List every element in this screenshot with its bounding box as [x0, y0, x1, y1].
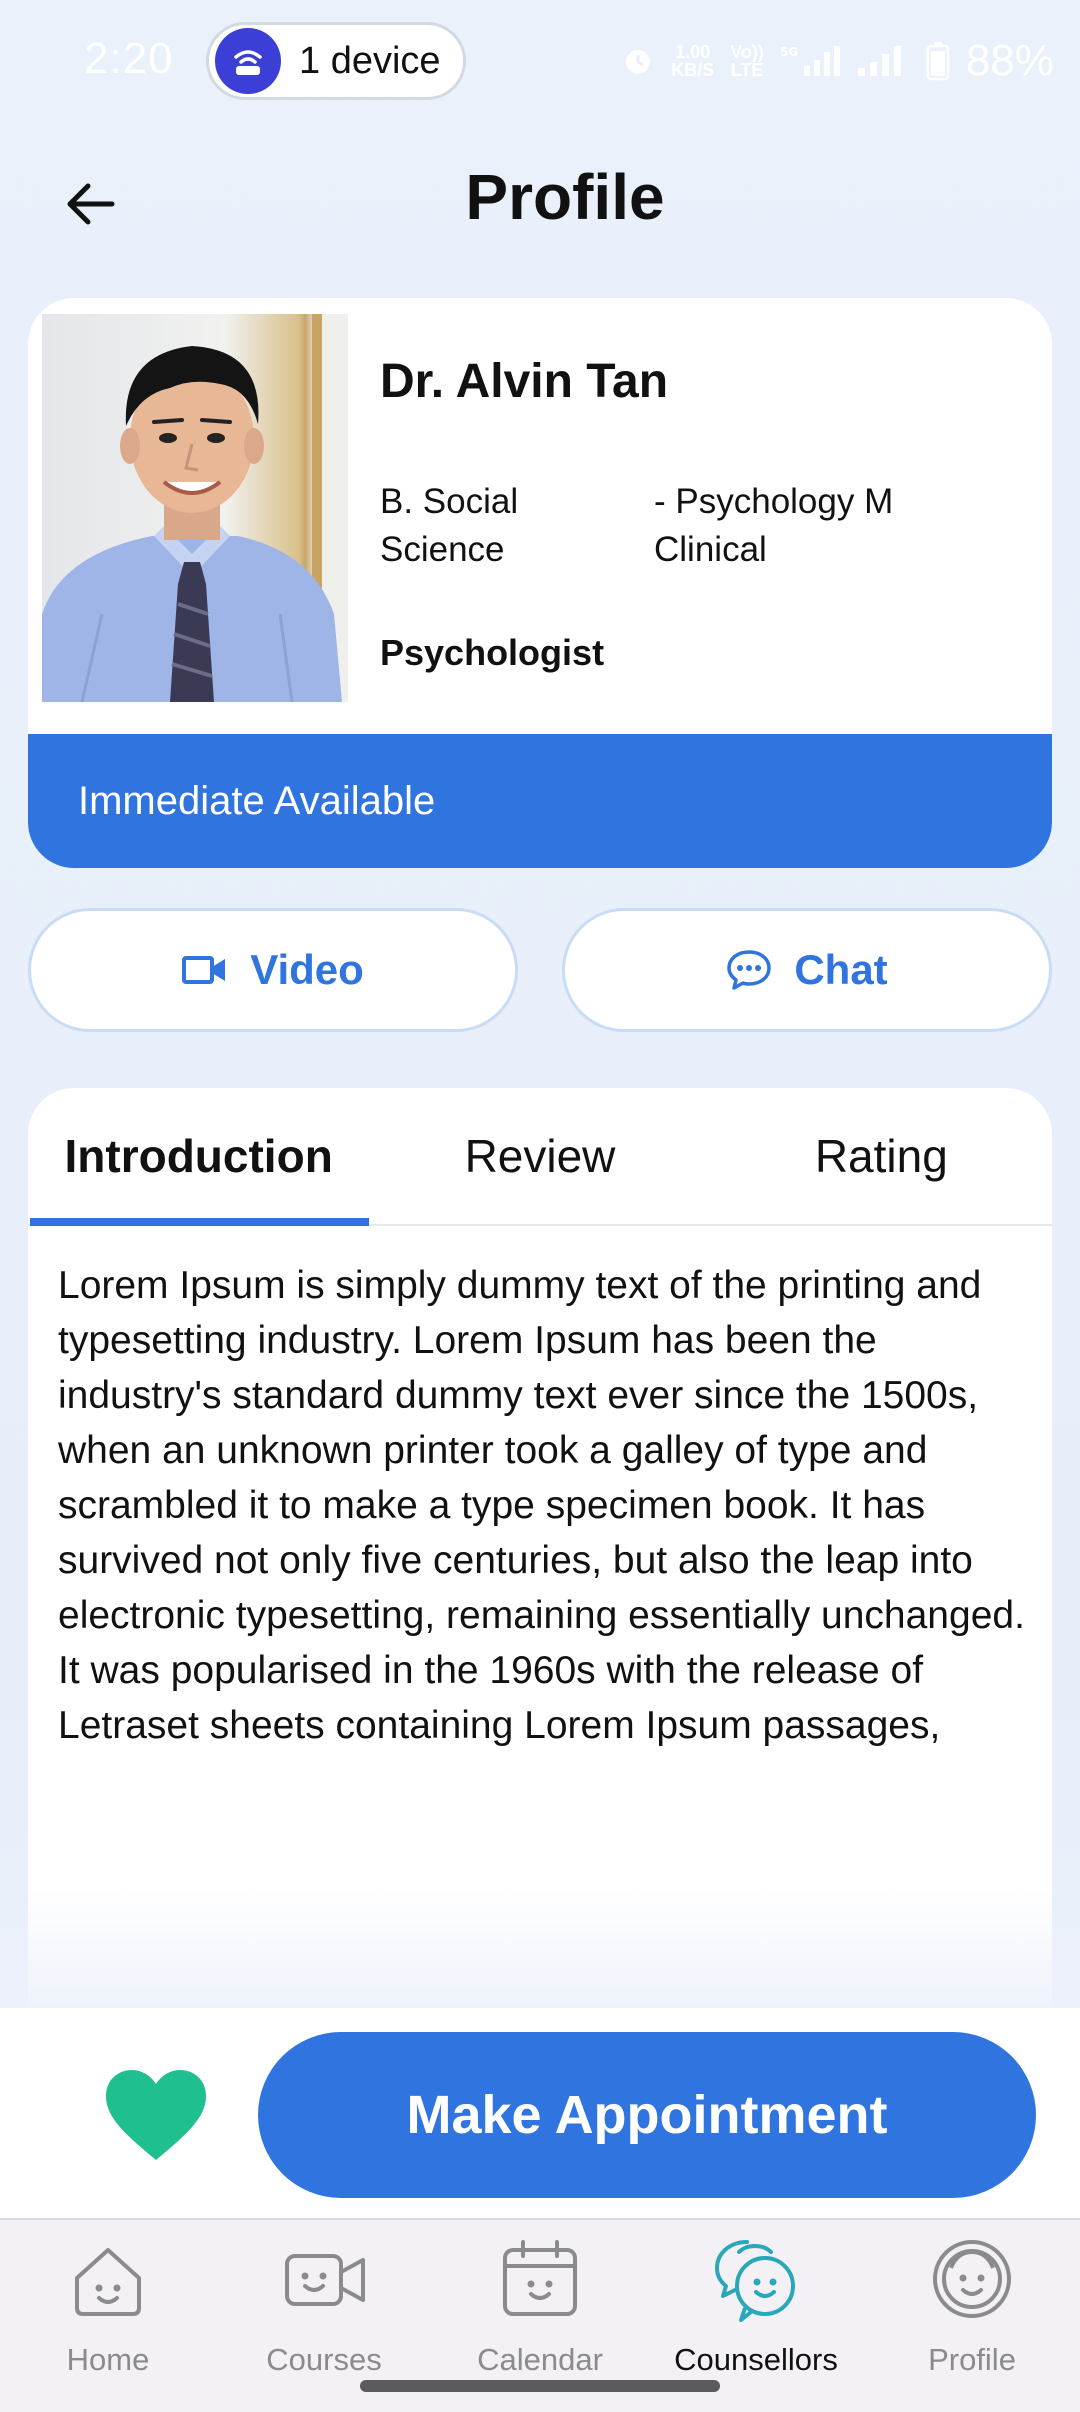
svg-text:5G: 5G: [780, 45, 798, 59]
status-bar: 2:20 1 device 1.00 KB/S Vo)) LTE 5G 88%: [0, 0, 1080, 124]
calendar-face-icon: [503, 2240, 577, 2316]
chat-bubble-icon: [727, 950, 772, 990]
nav-label-courses: Courses: [266, 2342, 382, 2377]
profile-tabs: Introduction Review Rating: [28, 1088, 1052, 1226]
video-call-button[interactable]: Video: [28, 908, 518, 1032]
make-appointment-button[interactable]: Make Appointment: [258, 2032, 1036, 2198]
signal-5g-icon: 5G: [780, 45, 840, 76]
nav-item-home[interactable]: Home: [8, 2234, 208, 2384]
battery-percent: 88%: [965, 36, 1054, 85]
nav-label-counsellors: Counsellors: [674, 2342, 838, 2377]
availability-banner: Immediate Available: [28, 734, 1052, 868]
signal-icon: [857, 46, 901, 76]
nav-item-courses[interactable]: Courses: [224, 2234, 424, 2384]
status-time: 2:20: [84, 34, 174, 83]
home-indicator[interactable]: [360, 2380, 720, 2392]
availability-label: Immediate Available: [78, 778, 436, 823]
nav-label-home: Home: [66, 2342, 150, 2377]
net-speed: 1.00 KB/S: [671, 42, 715, 80]
introduction-text: Lorem Ipsum is simply dummy text of the …: [58, 1264, 1025, 1747]
router-icon: [215, 28, 281, 94]
nav-item-profile[interactable]: Profile: [872, 2234, 1072, 2384]
nav-label-profile: Profile: [928, 2342, 1016, 2377]
video-camera-icon: [182, 956, 226, 984]
counsellor-role: Psychologist: [380, 632, 605, 673]
chat-button-label: Chat: [794, 946, 888, 993]
battery-icon: [926, 42, 950, 81]
make-appointment-label: Make Appointment: [406, 2085, 888, 2145]
counsellor-photo: [42, 314, 348, 702]
device-pill[interactable]: 1 device: [206, 22, 466, 100]
vowifi-indicator: Vo)) LTE: [730, 42, 764, 80]
home-face-icon: [75, 2248, 141, 2316]
tab-rating[interactable]: Rating: [711, 1088, 1052, 1224]
details-card: Introduction Review Rating Lorem Ipsum i…: [28, 1088, 1052, 2008]
qualification-primary: B. Social Science: [380, 482, 519, 569]
appointment-bar: Make Appointment: [0, 2008, 1080, 2218]
device-pill-label: 1 device: [299, 39, 441, 82]
nav-item-counsellors[interactable]: Counsellors: [656, 2234, 856, 2384]
video-button-label: Video: [250, 946, 364, 993]
page-title: Profile: [465, 161, 665, 233]
status-icons: 1.00 KB/S Vo)) LTE 5G 88%: [621, 36, 1054, 86]
nav-item-calendar[interactable]: Calendar: [440, 2234, 640, 2384]
heart-icon: [106, 2070, 206, 2160]
chat-bubbles-icon: [715, 2240, 795, 2322]
tab-introduction[interactable]: Introduction: [28, 1088, 370, 1226]
nav-label-calendar: Calendar: [477, 2342, 603, 2377]
counsellor-profile-card: Dr. Alvin Tan B. Social Science - Psycho…: [28, 298, 1052, 868]
qualification-secondary: - Psychology M Clinical: [654, 482, 894, 569]
counsellor-name: Dr. Alvin Tan: [380, 355, 669, 408]
video-face-icon: [285, 2254, 365, 2306]
tab-review[interactable]: Review: [369, 1088, 710, 1224]
face-icon: [933, 2240, 1011, 2318]
alarm-icon: [626, 50, 651, 74]
chat-button[interactable]: Chat: [562, 908, 1052, 1032]
favorite-button[interactable]: [104, 2068, 208, 2164]
